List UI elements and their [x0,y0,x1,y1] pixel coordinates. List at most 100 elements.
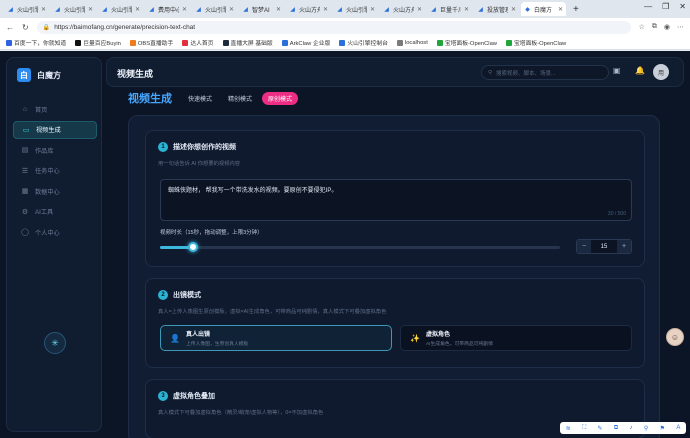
toolbar-icon[interactable]: ≋ [566,425,571,432]
browser-tab[interactable]: ◢ 火山方舟✕ [286,2,331,16]
browser-tab[interactable]: ◢ 火山引擎✕ [192,2,237,16]
duration-slider-handle[interactable] [188,242,199,252]
duration-increment-button[interactable]: + [617,240,631,253]
app-root: 白 白魔方 ⌂ 首页 ▭ 视频生成 ▤ 作品库 ☰ 任务中心 ▦ 数据中心 ⚙ AI工具 ◯ 个人中心 ✳… [0,51,690,438]
toolbar-icon[interactable]: A [676,425,680,431]
bookmark-item[interactable]: 宝塔面板-OpenClaw [506,38,566,47]
brand-logo: 白 [17,68,31,82]
browser-tab[interactable]: ◢ 火山引擎✕ [333,2,378,16]
extensions-icon[interactable]: ⧉ [652,23,657,31]
tab-favicon-icon: ◢ [384,6,389,13]
browser-tab[interactable]: ◢ 火山引擎✕ [51,2,96,16]
close-icon[interactable]: ✕ [276,6,281,13]
sidebar-item-label: 个人中心 [35,229,60,237]
toolbar-icon[interactable]: ✎ [598,425,603,432]
bell-icon[interactable]: 🔔 [635,66,645,75]
star-icon[interactable]: ☆ [639,23,645,31]
duration-slider[interactable] [160,242,560,252]
bookmark-label: OBS直播助手 [137,41,174,47]
bookmark-favicon-icon [339,39,346,46]
close-icon[interactable]: ✕ [417,6,422,13]
virtual-character-option-name: 虚拟角色 [425,332,450,338]
bookmark-item[interactable]: 达人首页 [182,38,214,47]
toolbar-icon[interactable]: ⚲ [644,425,648,432]
browser-tab[interactable]: ◢ 火山引擎✕ [4,2,49,16]
browser-tab[interactable]: ◢ 火山引擎✕ [98,2,143,16]
browser-tab[interactable]: ◢ 火山方舟✕ [380,2,425,16]
bookmark-item[interactable]: localhost [396,39,428,46]
person-icon: 👤 [170,333,180,343]
close-icon[interactable]: ✕ [558,6,563,13]
back-icon[interactable]: ← [6,23,14,32]
virtual-character-option[interactable]: ✨ 虚拟角色 AI生成角色，可带商品可纯剧情 [400,325,632,351]
sidebar-assistant-button[interactable]: ✳ [44,332,66,354]
bookmark-item[interactable]: 百度一下，你就知道 [6,38,66,47]
toolbar-icon[interactable]: ♪ [630,425,633,431]
prompt-textarea[interactable]: 蜘蛛侠题材， 帮我写一个带洗发水的视频。要原创不要侵犯IP。 30 / 500 [160,179,632,221]
bookmark-item[interactable]: 宝塔面板-OpenClaw [436,38,497,47]
close-window-button[interactable]: ✕ [679,2,686,11]
close-icon[interactable]: ✕ [135,6,140,13]
bookmark-label: 百度一下，你就知道 [14,41,67,47]
close-icon[interactable]: ✕ [323,6,328,13]
duration-label: 视频时长（15秒，拖动调整，上限3分钟） [160,230,263,236]
bookmark-item[interactable]: 火山引擎控制台 [339,38,388,47]
reload-icon[interactable]: ↻ [22,23,29,32]
maximize-button[interactable]: ❐ [662,2,669,11]
sidebar-item[interactable]: ▤ 作品库 [13,141,97,159]
browser-tab-label: 费用中心 [158,7,179,14]
new-tab-button[interactable]: + [568,4,584,15]
avatar[interactable]: 用 [653,64,669,80]
profile-icon[interactable]: ◉ [664,23,670,31]
sidebar-item[interactable]: ▭ 视频生成 [13,120,97,139]
bookmark-item[interactable]: ArkClaw 企业版 [281,38,330,47]
browser-tab[interactable]: ◢ 巨量千川✕ [427,2,472,16]
sidebar-item[interactable]: ▦ 数据中心 [13,182,97,200]
mode-tab[interactable]: 精创模式 [222,92,258,105]
close-icon[interactable]: ✕ [511,6,516,13]
close-icon[interactable]: ✕ [229,6,234,13]
mode-tab[interactable]: 原创模式 [262,91,299,105]
toolbar-icon[interactable]: ⧉ [614,425,618,432]
close-icon[interactable]: ✕ [370,6,375,13]
browser-tab[interactable]: ◆ 白魔方 ✕ [521,2,566,16]
browser-tab[interactable]: ◢ 投放管理✕ [474,2,519,16]
step-3-title: 3 虚拟角色叠加 [158,391,215,401]
close-icon[interactable]: ✕ [464,6,469,13]
sidebar-nav: ⌂ 首页 ▭ 视频生成 ▤ 作品库 ☰ 任务中心 ▦ 数据中心 ⚙ AI工具 ◯ 个人中心 [13,100,97,244]
toolbar-icon[interactable]: ⚑ [660,425,665,432]
bookmark-item[interactable]: OBS直播助手 [129,38,174,47]
brand[interactable]: 白 白魔方 [17,68,61,82]
sidebar-item-icon: ◯ [21,229,29,236]
close-icon[interactable]: ✕ [182,6,187,13]
address-bar-actions: ☆ ⧉ ◉ ⋯ [639,23,684,31]
sidebar-item[interactable]: ◯ 个人中心 [13,223,97,241]
bookmark-label: 火山引擎控制台 [347,41,388,47]
minimize-button[interactable]: — [644,2,652,11]
duration-value[interactable]: 15 [591,240,617,253]
bookmark-label: 达人首页 [190,41,214,47]
search-input[interactable]: ⚲ 搜索视频、脚本、场景... [481,65,609,80]
browser-tab-label: 巨量千川 [440,7,461,14]
browser-tab[interactable]: ◢ 智梦AI ✕ [239,2,284,16]
mode-tab[interactable]: 快速模式 [182,92,218,105]
close-icon[interactable]: ✕ [88,6,93,13]
video-icon[interactable]: ▣ [613,66,621,75]
duration-decrement-button[interactable]: − [577,240,591,253]
bookmark-item[interactable]: 巨量百应Buyin [75,38,121,47]
sidebar-item[interactable]: ⚙ AI工具 [13,203,97,221]
real-person-option[interactable]: 👤 真人出镜 上传人像图，生原创真人模板 [160,325,392,351]
url-field[interactable]: 🔒 https://baimofang.cn/generate/precisio… [36,20,631,34]
menu-icon[interactable]: ⋯ [677,23,684,31]
tab-favicon-icon: ◢ [8,6,13,13]
tab-favicon-icon: ◢ [149,6,154,13]
sidebar-item-label: 任务中心 [35,168,60,175]
browser-tab[interactable]: ◢ 费用中心✕ [145,2,190,16]
close-icon[interactable]: ✕ [41,6,46,13]
toolbar-icon[interactable]: ⛶ [582,425,586,432]
bookmark-item[interactable]: 直播大屏 基础版 [222,38,273,47]
sidebar-item[interactable]: ☰ 任务中心 [13,162,97,180]
floating-assistant-avatar[interactable]: ☺ [666,328,684,346]
sidebar-item[interactable]: ⌂ 首页 [13,100,97,118]
bookmark-favicon-icon [436,39,443,46]
